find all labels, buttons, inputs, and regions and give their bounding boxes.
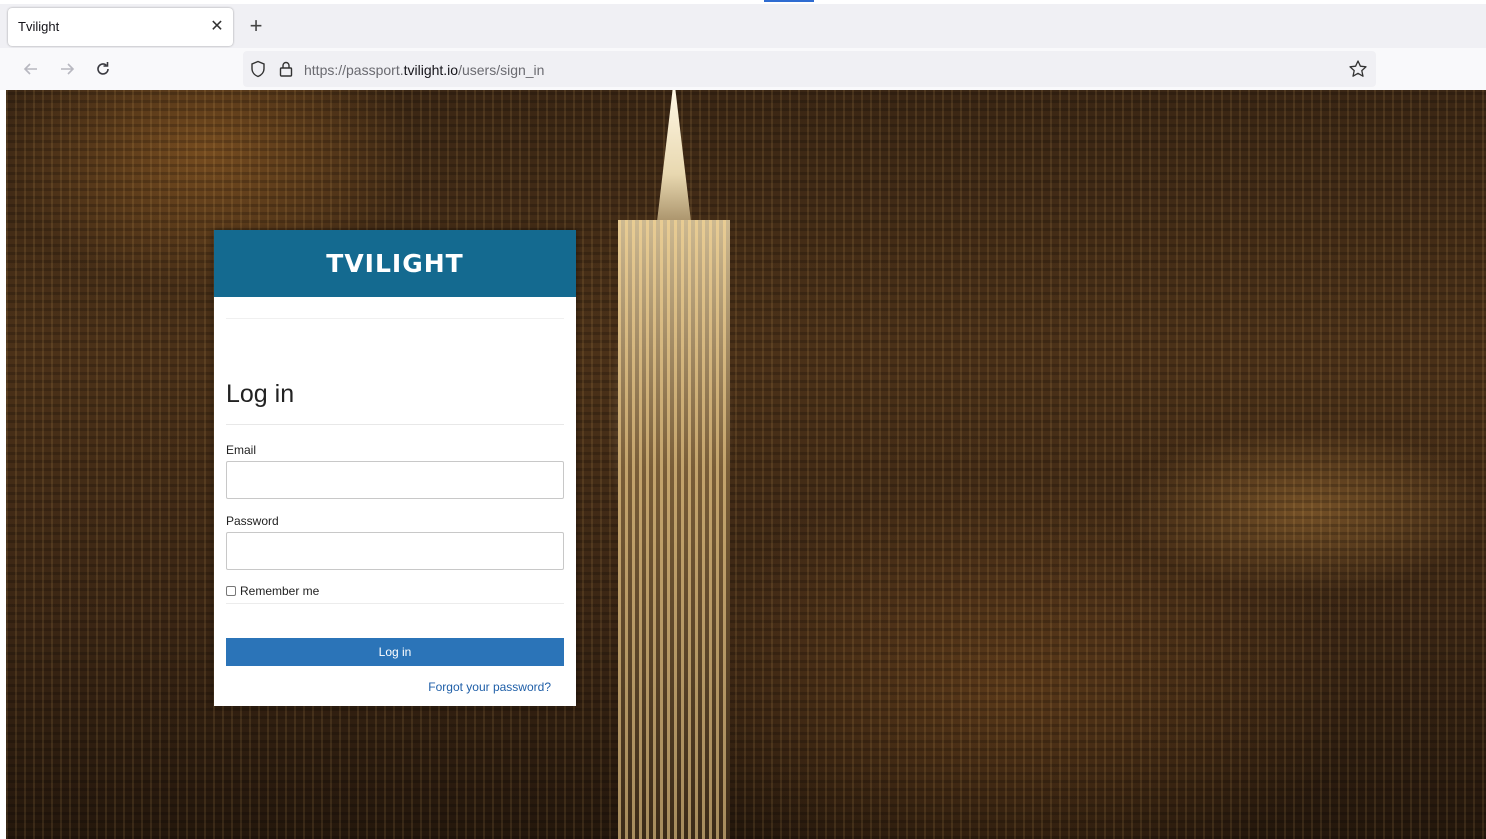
remember-me-checkbox[interactable] xyxy=(226,586,236,596)
back-arrow-icon[interactable] xyxy=(19,57,43,81)
lock-icon[interactable] xyxy=(277,60,295,78)
divider xyxy=(226,603,564,604)
url-domain: tvilight.io xyxy=(403,62,459,78)
url-text[interactable]: https://passport.tvilight.io/users/sign_… xyxy=(304,62,544,78)
email-field[interactable] xyxy=(226,461,564,499)
divider xyxy=(226,424,564,425)
window-accent-line xyxy=(764,0,814,2)
browser-tabstrip: Tvilight ✕ + xyxy=(0,0,1486,48)
city-background: TVILIGHT Log in Email Password Remember … xyxy=(6,90,1486,839)
skyscraper-tower xyxy=(618,220,730,839)
reload-icon[interactable] xyxy=(91,57,115,81)
close-icon[interactable]: ✕ xyxy=(207,17,227,37)
page-title: Log in xyxy=(226,380,295,408)
address-bar[interactable]: https://passport.tvilight.io/users/sign_… xyxy=(243,51,1376,87)
star-icon[interactable] xyxy=(1348,59,1368,79)
forgot-password-link[interactable]: Forgot your password? xyxy=(428,680,551,694)
remember-me-label: Remember me xyxy=(240,584,320,598)
plus-icon[interactable]: + xyxy=(244,14,268,38)
tab-title: Tvilight xyxy=(18,19,60,34)
url-prefix: https://passport. xyxy=(304,62,404,78)
browser-tab[interactable]: Tvilight ✕ xyxy=(8,8,233,46)
password-field[interactable] xyxy=(226,532,564,570)
login-button[interactable]: Log in xyxy=(226,638,564,666)
brand-header: TVILIGHT xyxy=(214,230,576,297)
brand-logo: TVILIGHT xyxy=(326,249,464,278)
divider xyxy=(226,318,564,319)
forward-arrow-icon[interactable] xyxy=(55,57,79,81)
email-label: Email xyxy=(226,443,257,457)
browser-navbar: https://passport.tvilight.io/users/sign_… xyxy=(0,48,1486,90)
remember-me-row[interactable]: Remember me xyxy=(226,584,319,598)
shield-icon[interactable] xyxy=(249,60,267,78)
login-card: TVILIGHT Log in Email Password Remember … xyxy=(214,230,576,706)
url-path: /users/sign_in xyxy=(458,62,545,78)
password-label: Password xyxy=(226,514,279,528)
